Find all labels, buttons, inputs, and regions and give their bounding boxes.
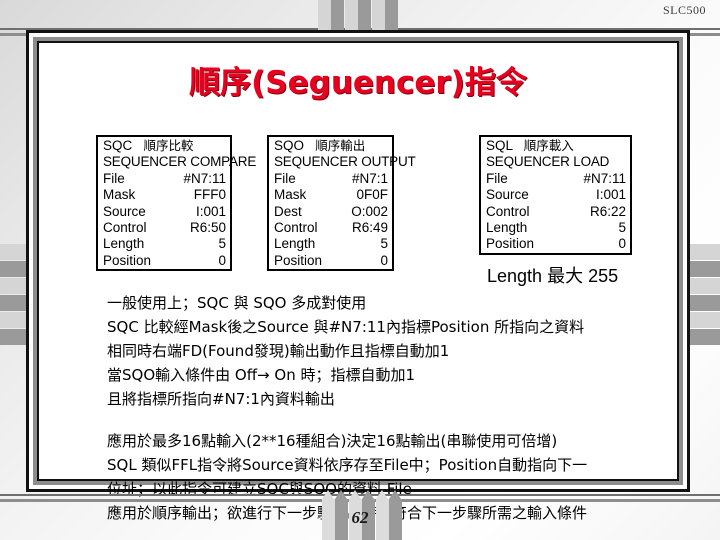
paragraph-line: 且將指標所指向#N7:1內資料輸出 [107, 390, 335, 408]
instruction-row: Position 0 [103, 253, 226, 269]
row-key: Control [486, 203, 530, 219]
row-key: Position [486, 236, 535, 252]
row-key: Mask [103, 187, 136, 203]
instruction-row: File #N7:11 [486, 171, 626, 187]
instruction-box-sqo: SQO 順序輸出 SEQUENCER OUTPUT File #N7:1 Mask… [267, 135, 416, 272]
instruction-row: Length 5 [486, 220, 626, 236]
instruction-row: Mask 0F0F [274, 187, 388, 203]
page-title: 順序(Seguencer)指令 [189, 65, 527, 101]
row-value: R6:50 [189, 220, 226, 236]
instruction-subtitle-sqc: SEQUENCER COMPARE [103, 154, 257, 170]
instruction-row: Length 5 [103, 236, 226, 252]
row-key: Length [103, 236, 145, 252]
row-key: File [274, 170, 296, 186]
slide-canvas: SLC500 順序(Seguencer)指令 SQC 順序比較 SEQUENCE… [0, 0, 720, 540]
paragraph-line: 當SQO輸入條件由 Off→ On 時；指標自動加1 [107, 366, 416, 384]
row-value: #N7:11 [583, 170, 626, 186]
row-key: Mask [274, 187, 307, 203]
instruction-code-sqo: SQO [274, 138, 305, 153]
paragraph-line: 應用於最多16點輸入(2**16種組合)決定16點輸出(串聯使用可倍增) [107, 432, 558, 450]
instruction-row: File #N7:11 [103, 171, 226, 187]
row-key: File [486, 170, 508, 186]
content-frame-middle: 順序(Seguencer)指令 SQC 順序比較 SEQUENCER COMPA… [33, 37, 683, 522]
paragraph-line: SQL 類似FFL指令將Source資料依序存至File中；Position自動… [107, 456, 588, 474]
row-value: R6:22 [589, 203, 626, 219]
instruction-row: Control R6:49 [274, 220, 388, 236]
instruction-cjk-sqc: 順序比較 [143, 138, 194, 153]
row-value: 5 [618, 220, 626, 236]
row-key: Length [274, 236, 316, 252]
instruction-cjk-sqo: 順序輸出 [315, 138, 366, 153]
length-max-caption: Length 最大 255 [487, 262, 618, 288]
instruction-row: Dest O:002 [274, 204, 388, 220]
instruction-box-sql: SQL 順序載入 SEQUENCER LOAD File #N7:11 Sourc… [479, 135, 632, 255]
row-key: Dest [274, 203, 302, 219]
content-frame-inner: 順序(Seguencer)指令 SQC 順序比較 SEQUENCER COMPA… [37, 41, 679, 522]
row-value: #N7:11 [183, 170, 226, 186]
instruction-row: Source I:001 [486, 187, 626, 203]
instruction-code-sql: SQL [486, 138, 513, 153]
paragraph-line: SQC 比較經Mask後之Source 與#N7:11內指標Position 所… [107, 318, 585, 336]
row-value: #N7:1 [351, 170, 388, 186]
row-key: Source [486, 187, 529, 203]
instruction-row: Position 0 [486, 236, 626, 252]
row-key: Length [486, 220, 528, 236]
instruction-cjk-sql: 順序載入 [523, 138, 574, 153]
row-value: 0 [380, 252, 388, 268]
row-key: Control [103, 220, 147, 236]
row-value: R6:49 [351, 220, 388, 236]
length-max-label: Length [487, 266, 543, 286]
paragraph-line: 一般使用上；SQC 與 SQO 多成對使用 [107, 294, 367, 312]
row-key: Position [103, 252, 152, 268]
slc500-label: SLC500 [662, 3, 706, 17]
instruction-head-sql: SQL 順序載入 [486, 138, 626, 154]
row-value: 5 [218, 236, 226, 252]
row-value: I:001 [195, 203, 226, 219]
row-value: FFF0 [193, 187, 226, 203]
row-value: 0F0F [356, 187, 388, 203]
row-key: File [103, 170, 125, 186]
instruction-row: Control R6:50 [103, 220, 226, 236]
page-number: 62 [351, 508, 369, 527]
row-value: 0 [218, 252, 226, 268]
instruction-box-sqc: SQC 順序比較 SEQUENCER COMPARE File #N7:11 Ma… [96, 135, 257, 272]
instruction-row: Length 5 [274, 236, 388, 252]
row-value: O:002 [351, 203, 388, 219]
instruction-row: Mask FFF0 [103, 187, 226, 203]
paragraph-top: 一般使用上；SQC 與 SQO 多成對使用 SQC 比較經Mask後之Sourc… [107, 291, 584, 411]
row-value: I:001 [595, 187, 626, 203]
length-max-cjk: 最大 [547, 266, 584, 287]
instruction-row: File #N7:1 [274, 171, 388, 187]
row-value: 5 [380, 236, 388, 252]
instruction-row: Control R6:22 [486, 204, 626, 220]
instruction-row: Source I:001 [103, 204, 226, 220]
instruction-head-sqo: SQO 順序輸出 [274, 138, 388, 154]
length-max-value: 255 [588, 266, 619, 286]
instruction-subtitle-sql: SEQUENCER LOAD [486, 154, 610, 170]
content-frame-outer: 順序(Seguencer)指令 SQC 順序比較 SEQUENCER COMPA… [26, 30, 690, 522]
row-value: 0 [618, 236, 626, 252]
instruction-code-sqc: SQC [103, 138, 133, 153]
paragraph-line: 相同時右端FD(Found發現)輸出動作且指標自動加1 [107, 342, 450, 360]
instruction-subtitle-sqo: SEQUENCER OUTPUT [274, 154, 416, 170]
row-key: Position [274, 252, 323, 268]
row-key: Control [274, 220, 318, 236]
instruction-row: Position 0 [274, 253, 388, 269]
instruction-head-sqc: SQC 順序比較 [103, 138, 226, 154]
row-key: Source [103, 203, 146, 219]
